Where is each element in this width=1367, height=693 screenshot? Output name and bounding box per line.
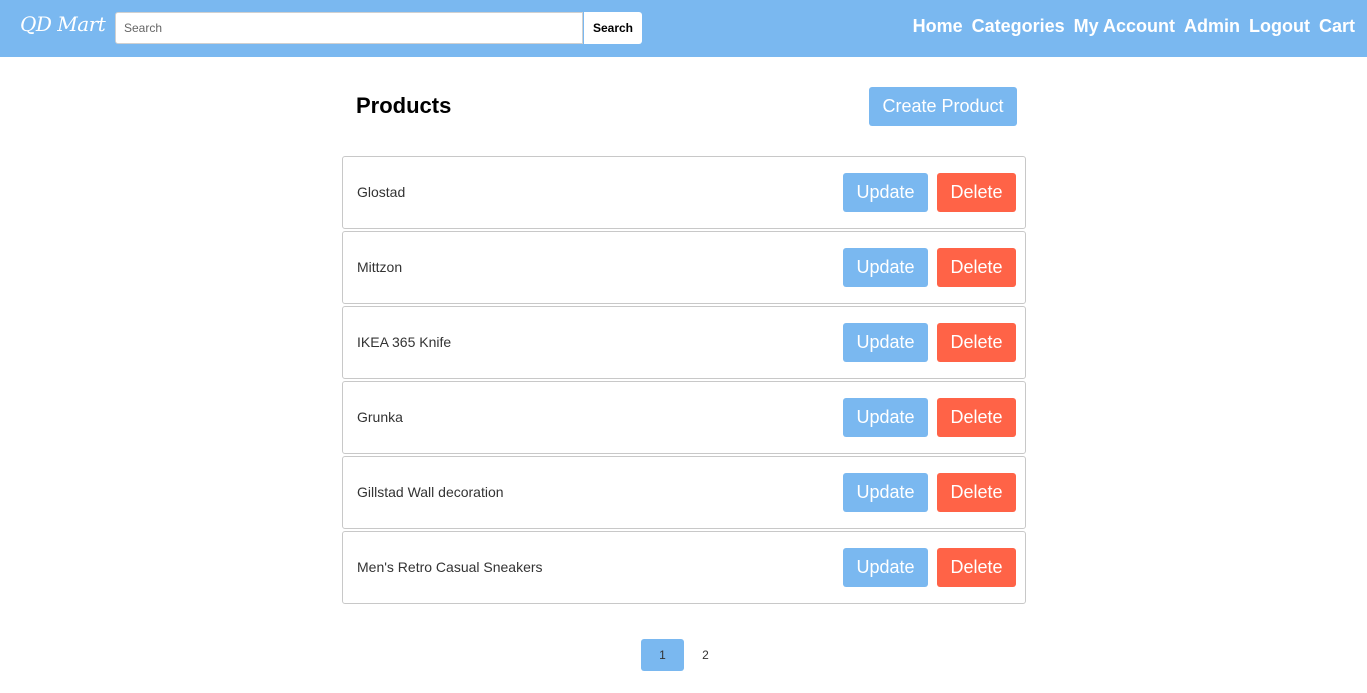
brand-logo[interactable]: QD Mart [20, 12, 106, 36]
update-button[interactable]: Update [843, 473, 928, 512]
delete-button[interactable]: Delete [937, 323, 1016, 362]
delete-button[interactable]: Delete [937, 548, 1016, 587]
delete-button[interactable]: Delete [937, 173, 1016, 212]
product-row: Grunka Update Delete [342, 381, 1026, 454]
product-name: Grunka [357, 409, 403, 425]
product-row: Glostad Update Delete [342, 156, 1026, 229]
nav-link-my-account[interactable]: My Account [1074, 16, 1175, 37]
delete-button[interactable]: Delete [937, 398, 1016, 437]
page-button-1[interactable]: 1 [641, 639, 684, 671]
create-product-button[interactable]: Create Product [869, 87, 1017, 126]
product-name: Men's Retro Casual Sneakers [357, 559, 543, 575]
nav-link-admin[interactable]: Admin [1184, 16, 1240, 37]
nav-link-home[interactable]: Home [913, 16, 963, 37]
update-button[interactable]: Update [843, 248, 928, 287]
update-button[interactable]: Update [843, 173, 928, 212]
product-name: Gillstad Wall decoration [357, 484, 504, 500]
pagination: 1 2 [641, 639, 727, 671]
update-button[interactable]: Update [843, 398, 928, 437]
top-navbar: QD Mart Search Home Categories My Accoun… [0, 0, 1367, 57]
update-button[interactable]: Update [843, 323, 928, 362]
product-list: Glostad Update Delete Mittzon Update Del… [342, 156, 1026, 606]
product-name: Mittzon [357, 259, 403, 275]
search-button[interactable]: Search [584, 12, 642, 44]
product-row: Mittzon Update Delete [342, 231, 1026, 304]
nav-link-categories[interactable]: Categories [972, 16, 1065, 37]
delete-button[interactable]: Delete [937, 473, 1016, 512]
delete-button[interactable]: Delete [937, 248, 1016, 287]
update-button[interactable]: Update [843, 548, 928, 587]
page-title: Products [356, 93, 452, 118]
nav-link-logout[interactable]: Logout [1249, 16, 1310, 37]
nav-link-cart[interactable]: Cart [1319, 16, 1355, 37]
product-name: IKEA 365 Knife [357, 334, 452, 350]
page-button-2[interactable]: 2 [684, 639, 727, 671]
product-name: Glostad [357, 184, 406, 200]
nav-links: Home Categories My Account Admin Logout … [913, 16, 1355, 37]
product-row: Gillstad Wall decoration Update Delete [342, 456, 1026, 529]
search-input[interactable] [115, 12, 583, 44]
product-row: Men's Retro Casual Sneakers Update Delet… [342, 531, 1026, 604]
product-row: IKEA 365 Knife Update Delete [342, 306, 1026, 379]
